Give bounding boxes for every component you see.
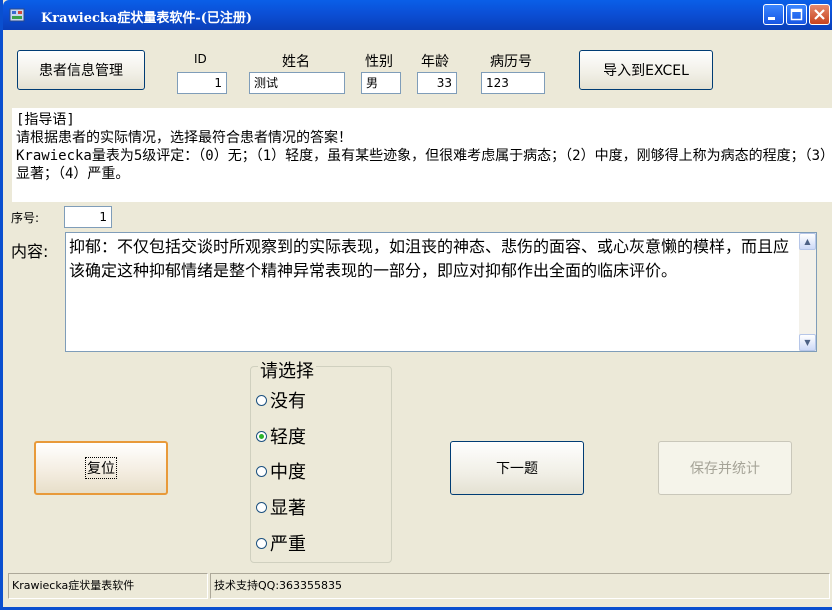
- content-textarea[interactable]: 抑郁：不仅包括交谈时所观察到的实际表现，如沮丧的神态、悲伤的面容、或心灰意懒的模…: [65, 232, 817, 352]
- record-field[interactable]: 123: [481, 72, 545, 94]
- id-field[interactable]: 1: [177, 72, 227, 94]
- gender-field[interactable]: 男: [361, 72, 401, 94]
- radio-option-none[interactable]: 没有: [256, 387, 306, 413]
- age-field[interactable]: 33: [417, 72, 457, 94]
- age-label: 年龄: [421, 54, 449, 70]
- radio-indicator-selected: [256, 430, 267, 442]
- app-icon[interactable]: [9, 7, 25, 23]
- name-field[interactable]: 测试: [249, 72, 345, 94]
- seq-label: 序号:: [11, 211, 40, 225]
- close-button[interactable]: [809, 4, 830, 25]
- radio-option-severe[interactable]: 严重: [256, 530, 306, 556]
- choice-title: 请选择: [258, 357, 316, 383]
- radio-indicator: [256, 537, 267, 549]
- radio-option-moderate[interactable]: 中度: [256, 458, 306, 484]
- scroll-down-button[interactable]: ▼: [799, 334, 816, 351]
- status-app-name: Krawiecka症状量表软件: [8, 573, 208, 599]
- app-window: Krawiecka症状量表软件-(已注册) 患者信息管理 ID 1 姓名 测试 …: [0, 0, 832, 610]
- name-label: 姓名: [282, 54, 310, 70]
- client-area: 患者信息管理 ID 1 姓名 测试 性别 男 年龄 33 病历号 123 导入到…: [6, 30, 832, 607]
- scroll-up-button[interactable]: ▲: [799, 233, 816, 250]
- window-title: Krawiecka症状量表软件-(已注册): [41, 11, 253, 26]
- radio-indicator: [256, 394, 267, 406]
- radio-indicator: [256, 501, 267, 513]
- guide-heading: [指导语]: [16, 112, 75, 128]
- guide-text-box: [指导语] 请根据患者的实际情况，选择最符合患者情况的答案！ Krawiecka…: [12, 108, 832, 202]
- close-icon: [814, 9, 825, 20]
- radio-label: 中度: [270, 462, 306, 483]
- guide-line-2: Krawiecka量表为5级评定：（0）无；（1）轻度，虽有某些迹象，但很难考虑…: [16, 148, 827, 182]
- chevron-up-icon: ▲: [804, 237, 811, 246]
- chevron-down-icon: ▼: [804, 338, 811, 347]
- radio-option-mild[interactable]: 轻度: [256, 423, 306, 449]
- radio-indicator: [256, 465, 267, 477]
- seq-field[interactable]: 1: [64, 206, 112, 228]
- minimize-icon: [768, 17, 775, 20]
- maximize-button[interactable]: [786, 4, 807, 25]
- status-support: 技术支持QQ:363355835: [210, 573, 830, 599]
- content-text: 抑郁：不仅包括交谈时所观察到的实际表现，如沮丧的神态、悲伤的面容、或心灰意懒的模…: [69, 237, 790, 280]
- export-excel-button[interactable]: 导入到EXCEL: [579, 50, 713, 90]
- patient-info-button[interactable]: 患者信息管理: [17, 50, 145, 90]
- maximize-icon: [790, 8, 803, 21]
- content-label: 内容:: [11, 242, 49, 261]
- gender-label: 性别: [365, 54, 393, 70]
- minimize-button[interactable]: [763, 4, 784, 25]
- status-bar: Krawiecka症状量表软件 技术支持QQ:363355835: [6, 573, 832, 607]
- id-label: ID: [194, 52, 207, 66]
- title-bar[interactable]: Krawiecka症状量表软件-(已注册): [3, 0, 832, 30]
- radio-label: 没有: [270, 391, 306, 412]
- radio-label: 严重: [270, 534, 306, 555]
- guide-line-1: 请根据患者的实际情况，选择最符合患者情况的答案！: [16, 130, 352, 146]
- radio-option-marked[interactable]: 显著: [256, 494, 306, 520]
- radio-label: 轻度: [270, 427, 306, 448]
- next-question-button[interactable]: 下一题: [450, 441, 584, 495]
- record-label: 病历号: [490, 54, 532, 70]
- save-and-stats-button: 保存并统计: [658, 441, 792, 495]
- reset-button[interactable]: 复位: [34, 441, 168, 495]
- reset-button-label: 复位: [85, 457, 117, 479]
- radio-label: 显著: [270, 498, 306, 519]
- content-scrollbar[interactable]: ▲ ▼: [799, 233, 816, 351]
